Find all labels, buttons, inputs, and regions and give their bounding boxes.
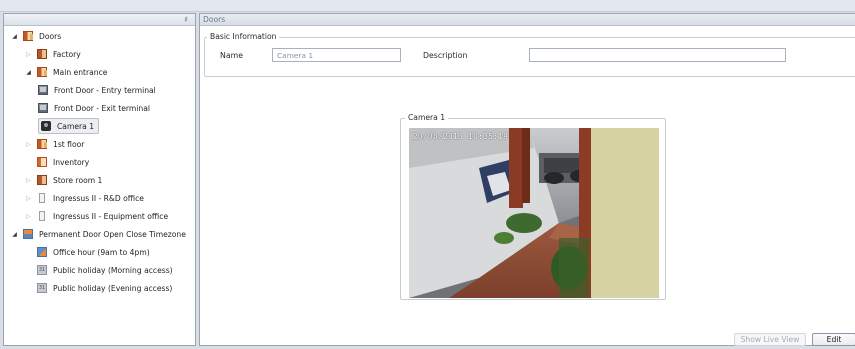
tree-item-label: Ingressus II - Equipment office: [53, 211, 169, 221]
folder-door-icon: [37, 175, 47, 185]
camera-icon: [41, 121, 51, 131]
collapse-arrow-icon[interactable]: ▷: [24, 141, 33, 148]
tree-item-content: Inventory: [24, 154, 89, 170]
tree-item[interactable]: ◢ Permanent Door Open Close Timezone: [10, 226, 186, 242]
tree-item-content: Public holiday (Morning access): [24, 262, 173, 278]
tree-item-content: Camera 1: [38, 118, 100, 134]
expand-arrow-icon[interactable]: ◢: [24, 69, 33, 76]
tree-item-label: Permanent Door Open Close Timezone: [39, 229, 186, 239]
tree-item-label: Public holiday (Morning access): [53, 265, 173, 275]
tree-item[interactable]: ◢ Doors: [10, 28, 61, 44]
door-group-icon: [37, 139, 47, 149]
pin-icon[interactable]: ♯: [182, 15, 190, 24]
tree-item-label: Front Door - Exit terminal: [54, 103, 150, 113]
holiday-icon: [37, 265, 47, 275]
door-plain-icon: [37, 157, 47, 167]
tree-item-content: ◢ Doors: [10, 28, 61, 44]
tree-item-content: ▷ Store room 1: [24, 172, 102, 188]
timezone-icon: [23, 229, 33, 239]
description-label: Description: [423, 51, 468, 60]
details-header-title: Doors: [200, 14, 855, 26]
basic-information-title: Basic Information: [207, 32, 280, 42]
door-thin-icon: [39, 193, 45, 203]
holiday-icon: [37, 283, 47, 293]
tree-item[interactable]: ▷ Factory: [24, 46, 81, 62]
expand-arrow-icon[interactable]: ◢: [10, 231, 19, 238]
collapse-arrow-icon[interactable]: ▷: [24, 195, 33, 202]
show-live-view-button[interactable]: Show Live View: [734, 333, 806, 346]
tree-item-content: Office hour (9am to 4pm): [24, 244, 150, 260]
tree-item[interactable]: Public holiday (Evening access): [24, 280, 172, 296]
tree-item-content: ▷ 1st floor: [24, 136, 84, 152]
tree-item-content: Public holiday (Evening access): [24, 280, 172, 296]
description-input[interactable]: [529, 48, 786, 62]
tree-item-content: ▷ Ingressus II - R&D office: [24, 190, 144, 206]
tree-item[interactable]: ▷ Store room 1: [24, 172, 102, 188]
camera-scene-image: [409, 128, 659, 298]
collapse-arrow-icon[interactable]: ▷: [24, 51, 33, 58]
terminal-icon: [38, 103, 48, 113]
folder-door-icon: [37, 49, 47, 59]
door-thin-icon: [39, 211, 45, 221]
camera-panel: Camera 1 20/08/2013 10:35:19: [400, 113, 666, 300]
navigation-tree-panel: ♯ ◢ Doors ▷ Factory ◢ Main entrance Front Door…: [3, 13, 196, 346]
tree-item[interactable]: Office hour (9am to 4pm): [24, 244, 150, 260]
tree-item-label: Main entrance: [53, 67, 108, 77]
camera-panel-title: Camera 1: [405, 113, 449, 123]
tree-item[interactable]: Camera 1: [38, 118, 100, 134]
tree-item-label: Factory: [53, 49, 81, 59]
tree-item-label: Inventory: [53, 157, 90, 167]
expand-arrow-icon[interactable]: ◢: [10, 33, 19, 40]
tree-item-label: Camera 1: [57, 121, 95, 131]
tree-item[interactable]: Inventory: [24, 154, 89, 170]
tree-panel-header: ♯: [4, 14, 195, 26]
collapse-arrow-icon[interactable]: ▷: [24, 177, 33, 184]
tree-item-label: Store room 1: [53, 175, 103, 185]
name-label: Name: [220, 51, 244, 60]
tree-item[interactable]: Front Door - Entry terminal: [38, 82, 156, 98]
tree-item[interactable]: ▷ Ingressus II - Equipment office: [24, 208, 168, 224]
tree-item[interactable]: ▷ 1st floor: [24, 136, 84, 152]
camera-live-view[interactable]: 20/08/2013 10:35:19: [409, 128, 659, 298]
tree-item-label: Public holiday (Evening access): [53, 283, 173, 293]
tree-item-content: Front Door - Entry terminal: [38, 82, 156, 98]
tree-item-content: ▷ Factory: [24, 46, 81, 62]
tree-item[interactable]: ▷ Ingressus II - R&D office: [24, 190, 144, 206]
tree-item-label: Office hour (9am to 4pm): [53, 247, 150, 257]
tree-item[interactable]: ◢ Main entrance: [24, 64, 107, 80]
collapse-arrow-icon[interactable]: ▷: [24, 213, 33, 220]
camera-timestamp-overlay: 20/08/2013 10:35:19: [413, 132, 509, 141]
edit-button[interactable]: Edit: [812, 333, 855, 346]
tree-item-label: 1st floor: [53, 139, 85, 149]
tree-item-label: Doors: [39, 31, 62, 41]
tree-item-content: ▷ Ingressus II - Equipment office: [24, 208, 168, 224]
tree-item-label: Front Door - Entry terminal: [54, 85, 156, 95]
terminal-icon: [38, 85, 48, 95]
door-group-icon: [37, 67, 47, 77]
tree-item[interactable]: Public holiday (Morning access): [24, 262, 173, 278]
name-input[interactable]: [272, 48, 401, 62]
tree-item[interactable]: Front Door - Exit terminal: [38, 100, 150, 116]
tree-item-content: ◢ Main entrance: [24, 64, 107, 80]
tree-item-content: Front Door - Exit terminal: [38, 100, 150, 116]
office-hour-icon: [37, 247, 47, 257]
door-group-icon: [23, 31, 33, 41]
top-strip: [0, 0, 855, 12]
tree-item-label: Ingressus II - R&D office: [53, 193, 144, 203]
basic-information-group: Basic Information Name Description: [204, 32, 855, 77]
details-panel: Doors Basic Information Name Description…: [199, 13, 855, 346]
tree-item-content: ◢ Permanent Door Open Close Timezone: [10, 226, 186, 242]
